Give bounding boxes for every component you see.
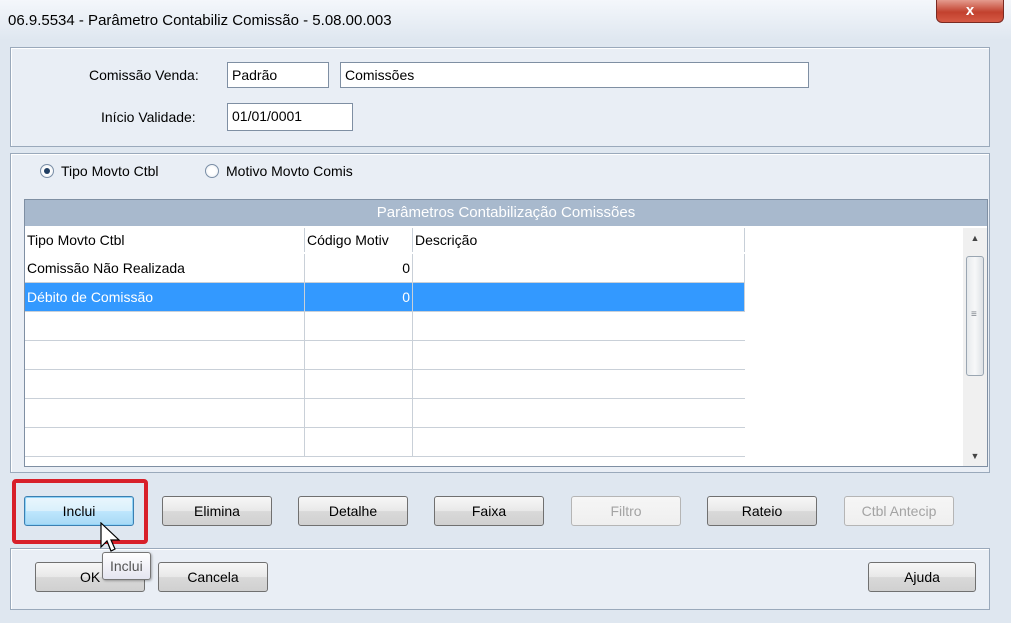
empty-cell [25,370,305,398]
filtro-button[interactable]: Filtro [571,496,681,526]
column-header-descricao[interactable]: Descrição [413,228,745,252]
scroll-down-arrow-icon[interactable]: ▼ [963,446,987,466]
grip-icon: ≡ [971,309,977,320]
empty-cell [305,312,413,340]
highlight-annotation [12,479,148,544]
cell-descricao [413,283,745,311]
inicio-validade-label: Início Validade: [101,109,196,125]
cell-codigo: 0 [305,254,413,282]
empty-cell [305,341,413,369]
dialog-window: 06.9.5534 - Parâmetro Contabiliz Comissã… [0,0,1011,623]
tooltip: Inclui [102,552,151,580]
table-row[interactable]: Comissão Não Realizada 0 [25,254,745,283]
elimina-button[interactable]: Elimina [162,496,272,526]
cell-codigo: 0 [305,283,413,311]
comissao-venda-description-field[interactable]: Comissões [340,62,809,88]
ajuda-button[interactable]: Ajuda [868,562,976,592]
empty-row[interactable] [25,428,745,457]
close-icon: x [965,2,975,19]
empty-row[interactable] [25,399,745,428]
table-row-selected[interactable]: Débito de Comissão 0 [25,283,745,312]
ok-button-label: OK [80,569,101,585]
empty-cell [25,399,305,427]
radio-label-tipo-movto-ctbl[interactable]: Tipo Movto Ctbl [61,163,159,179]
radio-motivo-movto-comis[interactable] [205,164,219,178]
cell-tipo: Débito de Comissão [25,283,305,311]
vertical-scrollbar[interactable]: ▲ ≡ ▼ [963,228,987,466]
comissao-venda-label: Comissão Venda: [89,67,199,83]
faixa-button[interactable]: Faixa [434,496,544,526]
empty-row[interactable] [25,312,745,341]
empty-row[interactable] [25,341,745,370]
window-title: 06.9.5534 - Parâmetro Contabiliz Comissã… [8,12,392,29]
title-bar[interactable]: 06.9.5534 - Parâmetro Contabiliz Comissã… [0,0,1011,40]
comissao-venda-code-field[interactable]: Padrão [227,62,329,88]
mouse-pointer-icon [100,522,120,552]
empty-cell [305,370,413,398]
column-header-codigo-motiv[interactable]: Código Motiv [305,228,413,252]
inicio-validade-field[interactable]: 01/01/0001 [227,103,353,131]
bottom-button-panel [10,548,990,610]
close-button[interactable]: x [936,0,1004,23]
comissoes-grid[interactable]: Parâmetros Contabilização Comissões Tipo… [24,199,988,467]
radio-label-motivo-movto-comis[interactable]: Motivo Movto Comis [226,163,353,179]
grid-title: Parâmetros Contabilização Comissões [25,200,987,226]
ctbl-antecip-button[interactable]: Ctbl Antecip [844,496,954,526]
column-header-tipo-movto[interactable]: Tipo Movto Ctbl [25,228,305,252]
cell-descricao [413,254,745,282]
scroll-up-arrow-icon[interactable]: ▲ [963,228,987,248]
empty-row[interactable] [25,370,745,399]
empty-cell [25,341,305,369]
scrollbar-thumb[interactable]: ≡ [966,256,984,376]
radio-tipo-movto-ctbl[interactable] [40,164,54,178]
empty-cell [25,428,305,456]
empty-cell [305,428,413,456]
empty-cell [305,399,413,427]
empty-cell [25,312,305,340]
detalhe-button[interactable]: Detalhe [298,496,408,526]
rateio-button[interactable]: Rateio [707,496,817,526]
cell-tipo: Comissão Não Realizada [25,254,305,282]
cancela-button[interactable]: Cancela [158,562,268,592]
